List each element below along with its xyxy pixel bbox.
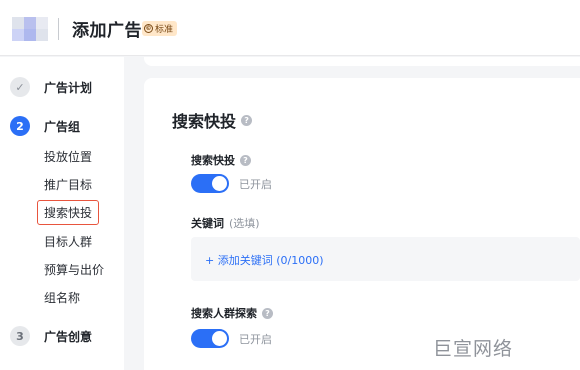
copyright-icon: © <box>144 24 153 33</box>
toggle-status: 已开启 <box>239 332 272 346</box>
help-icon[interactable]: ? <box>240 154 251 166</box>
optional-hint: (选填) <box>229 217 260 230</box>
field-label-text: 搜索快投 <box>191 154 235 167</box>
sidebar-item-target-audience[interactable]: 目标人群 <box>44 233 92 250</box>
brand-logo <box>12 17 48 41</box>
add-keyword-link[interactable]: + 添加关键词 (0/1000) <box>205 252 324 268</box>
audience-explore-label: 搜索人群探索 ? <box>191 305 273 321</box>
step-ad-plan[interactable]: ✓ 广告计划 <box>10 76 92 98</box>
step-number: 2 <box>10 116 30 136</box>
step-number: 3 <box>10 326 30 346</box>
watermark: 巨宣网络 <box>433 338 514 360</box>
logo-block <box>12 17 24 29</box>
logo-block <box>12 29 24 41</box>
toggle-knob <box>212 176 227 191</box>
keywords-box: + 添加关键词 (0/1000) <box>191 237 580 281</box>
field-label-text: 搜索人群探索 <box>191 307 257 320</box>
step-label: 广告创意 <box>44 329 93 344</box>
header-divider <box>58 18 59 40</box>
section-title-text: 搜索快投 <box>172 112 237 131</box>
sidebar-item-group-name[interactable]: 组名称 <box>44 289 80 306</box>
sidebar-item-promotion-goal[interactable]: 推广目标 <box>44 176 92 193</box>
search-quick-card: 搜索快投 ? 搜索快投 ? 已开启 关键词 (选填) + 添加关键词 (0/10… <box>144 78 580 370</box>
help-icon[interactable]: ? <box>241 114 253 126</box>
logo-block <box>24 29 36 41</box>
logo-block <box>36 29 48 41</box>
top-header: 添加广告 © 标准 <box>0 0 580 56</box>
previous-card-edge <box>144 57 580 66</box>
step-label: 广告组 <box>44 119 81 134</box>
step-ad-creative[interactable]: 3 广告创意 <box>10 325 92 347</box>
audience-explore-toggle-row: 已开启 <box>191 329 272 348</box>
search-quick-label: 搜索快投 ? <box>191 152 251 168</box>
sidebar-item-placement[interactable]: 投放位置 <box>44 148 92 165</box>
check-icon: ✓ <box>10 77 30 97</box>
sidebar-item-search-quick[interactable]: 搜索快投 <box>37 200 100 225</box>
step-label: 广告计划 <box>44 80 93 95</box>
sidebar-item-budget-bid[interactable]: 预算与出价 <box>44 261 104 278</box>
help-icon[interactable]: ? <box>262 307 273 319</box>
field-label-text: 关键词 <box>191 217 224 230</box>
step-ad-group[interactable]: 2 广告组 <box>10 115 80 137</box>
keywords-label: 关键词 (选填) <box>191 215 260 231</box>
search-quick-toggle-row: 已开启 <box>191 174 272 193</box>
logo-block <box>24 17 36 29</box>
section-title: 搜索快投 ? <box>172 108 253 132</box>
search-quick-toggle[interactable] <box>191 174 229 193</box>
logo-block <box>36 17 48 29</box>
badge-label: 标准 <box>155 25 174 35</box>
toggle-knob <box>212 331 227 346</box>
audience-explore-toggle[interactable] <box>191 329 229 348</box>
toggle-status: 已开启 <box>239 177 272 191</box>
page-title: 添加广告 <box>72 21 142 41</box>
step-sidebar: ✓ 广告计划 2 广告组 投放位置 推广目标 搜索快投 目标人群 预算与出价 组… <box>0 57 124 370</box>
standard-badge: © 标准 <box>142 21 178 36</box>
